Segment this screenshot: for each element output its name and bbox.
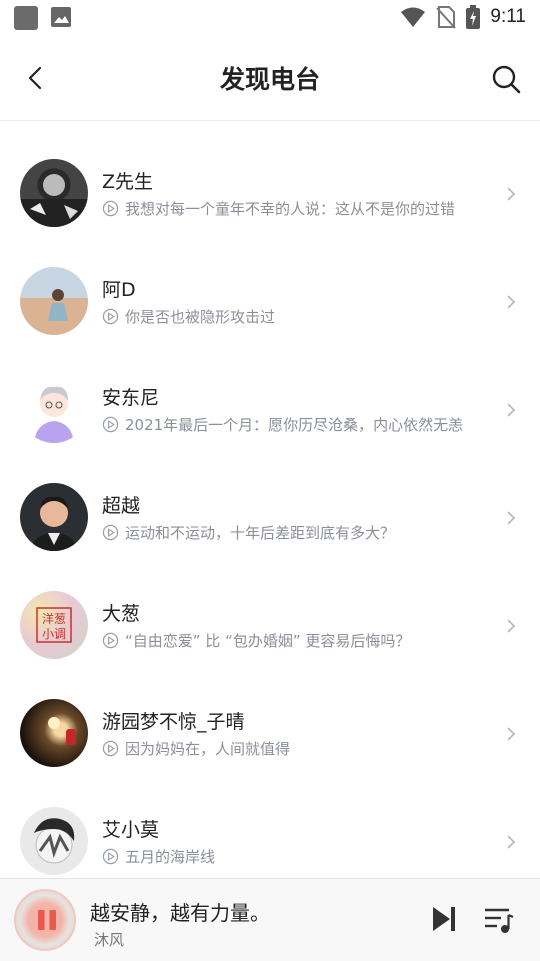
station-list: Z先生 我想对每一个童年不幸的人说：这从不是你的过错 阿D 你是否也被隐形攻击过…: [0, 125, 540, 881]
search-icon[interactable]: [490, 63, 522, 95]
station-item[interactable]: 安东尼 2021年最后一个月：愿你历尽沧桑，内心依然无恙: [0, 341, 540, 449]
wifi-icon: [401, 7, 426, 27]
avatar: [20, 483, 88, 551]
chevron-right-icon: [507, 187, 516, 201]
station-item[interactable]: 艾小莫 五月的海岸线: [0, 773, 540, 881]
chevron-right-icon: [507, 511, 516, 525]
playlist-icon[interactable]: [483, 905, 515, 935]
station-name: 大葱: [102, 603, 141, 625]
top-app-bar: 发现电台: [0, 36, 540, 121]
station-name: 安东尼: [102, 387, 160, 409]
chevron-right-icon: [507, 619, 516, 633]
mini-player[interactable]: 越安静，越有力量。 沐风: [0, 878, 540, 961]
station-description: 因为妈妈在，人间就值得: [125, 740, 291, 758]
station-name: 超越: [102, 495, 141, 517]
gallery-icon: [51, 7, 71, 27]
page-title: 发现电台: [219, 65, 320, 94]
battery-charging-icon: [466, 5, 481, 29]
chevron-right-icon: [507, 727, 516, 741]
station-name: 游园梦不惊_子晴: [102, 711, 245, 733]
avatar: [20, 699, 88, 767]
status-bar: 9:11: [0, 0, 540, 36]
station-item[interactable]: 阿D 你是否也被隐形攻击过: [0, 233, 540, 341]
chevron-right-icon: [507, 835, 516, 849]
station-description: 你是否也被隐形攻击过: [125, 308, 276, 326]
avatar: 洋葱 小调: [20, 591, 88, 659]
station-name: 阿D: [102, 279, 136, 301]
next-icon[interactable]: [430, 904, 458, 934]
station-item[interactable]: 洋葱 小调 大葱 “自由恋爱” 比 “包办婚姻” 更容易后悔吗？: [0, 557, 540, 665]
avatar: [20, 807, 88, 875]
app-square-icon: [14, 6, 38, 30]
avatar: [20, 375, 88, 443]
no-sim-icon: [436, 6, 457, 29]
onion-tune-logo: 洋葱小调: [36, 607, 72, 643]
play-circle-icon: [102, 848, 119, 865]
station-item[interactable]: 超越 运动和不运动，十年后差距到底有多大？: [0, 449, 540, 557]
station-item[interactable]: Z先生 我想对每一个童年不幸的人说：这从不是你的过错: [0, 125, 540, 233]
station-description: 五月的海岸线: [125, 848, 216, 866]
play-circle-icon: [102, 524, 119, 541]
chevron-right-icon: [507, 403, 516, 417]
album-cover[interactable]: [14, 889, 76, 951]
svg-text:小调: 小调: [42, 627, 66, 641]
avatar: [20, 159, 88, 227]
station-item[interactable]: 游园梦不惊_子晴 因为妈妈在，人间就值得: [0, 665, 540, 773]
station-description: 我想对每一个童年不幸的人说：这从不是你的过错: [125, 200, 456, 218]
play-circle-icon: [102, 200, 119, 217]
svg-text:洋葱: 洋葱: [42, 611, 66, 626]
play-circle-icon: [102, 308, 119, 325]
play-circle-icon: [102, 416, 119, 433]
play-circle-icon: [102, 632, 119, 649]
clock: 9:11: [490, 6, 526, 27]
station-name: Z先生: [102, 171, 154, 193]
chevron-right-icon: [507, 295, 516, 309]
now-playing-artist: 沐风: [94, 931, 125, 949]
play-circle-icon: [102, 740, 119, 757]
station-description: 运动和不运动，十年后差距到底有多大？: [125, 524, 396, 542]
pause-icon[interactable]: [37, 909, 57, 931]
station-name: 艾小莫: [102, 819, 160, 841]
station-description: “自由恋爱” 比 “包办婚姻” 更容易后悔吗？: [125, 632, 411, 650]
avatar: [20, 267, 88, 335]
station-description: 2021年最后一个月：愿你历尽沧桑，内心依然无恙: [125, 416, 464, 434]
now-playing-title: 越安静，越有力量。: [90, 901, 270, 925]
